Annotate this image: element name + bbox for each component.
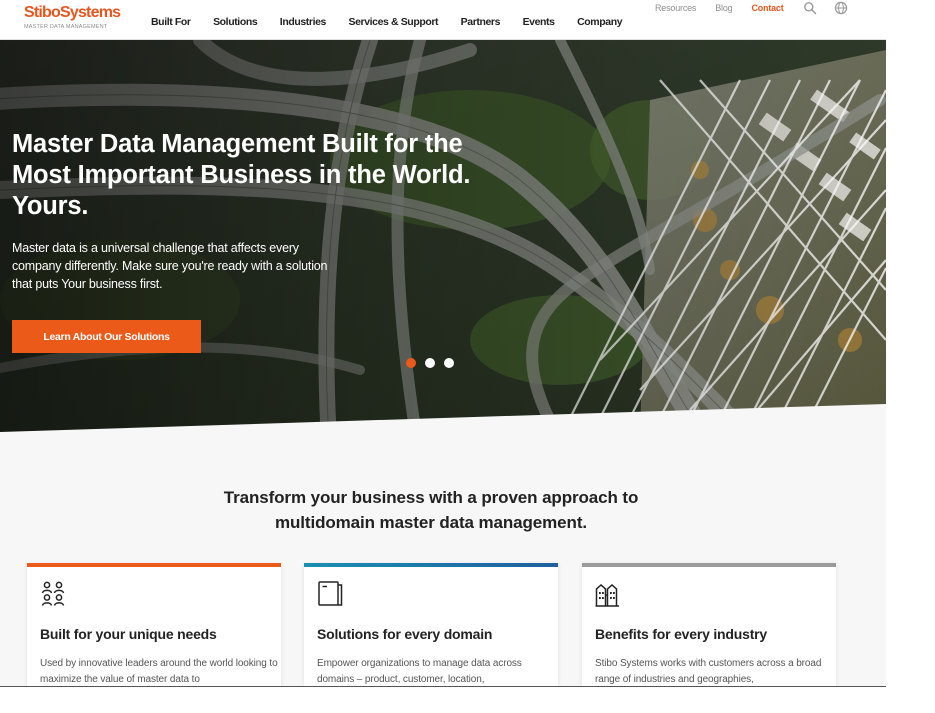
nav-resources[interactable]: Resources xyxy=(655,3,696,13)
buildings-icon xyxy=(595,583,619,607)
nav-partners[interactable]: Partners xyxy=(461,16,501,28)
carousel-indicators xyxy=(406,358,463,368)
carousel-dot-2[interactable] xyxy=(425,358,435,368)
section-heading: Transform your business with a proven ap… xyxy=(0,485,862,535)
browser-viewport: StiboSystems Master Data Management Buil… xyxy=(0,0,886,686)
feature-card-built-for[interactable]: Built for your unique needs Used by inno… xyxy=(27,563,281,686)
site-logo[interactable]: StiboSystems Master Data Management xyxy=(24,3,121,31)
card-title: Benefits for every industry xyxy=(595,626,767,642)
nav-contact[interactable]: Contact xyxy=(751,3,783,13)
nav-company[interactable]: Company xyxy=(577,16,622,28)
main-navigation: Built For Solutions Industries Services … xyxy=(151,16,645,28)
nav-solutions[interactable]: Solutions xyxy=(213,16,258,28)
section-heading-line-2: multidomain master data management. xyxy=(274,513,588,532)
card-description: Used by innovative leaders around the wo… xyxy=(40,658,278,685)
logo-tagline: Master Data Management xyxy=(24,24,108,30)
utility-navigation: Resources Blog Contact xyxy=(655,1,865,15)
card-description: Empower organizations to manage data acr… xyxy=(317,658,522,685)
section-heading-line-1: Transform your business with a proven ap… xyxy=(223,488,639,507)
feature-card-solutions[interactable]: Solutions for every domain Empower organ… xyxy=(304,563,558,686)
hero-description: Master data is a universal challenge tha… xyxy=(12,241,328,291)
site-header: StiboSystems Master Data Management Buil… xyxy=(0,0,886,40)
folder-icon xyxy=(318,581,343,606)
card-accent-bar xyxy=(304,563,558,567)
nav-built-for[interactable]: Built For xyxy=(151,16,191,28)
search-icon[interactable] xyxy=(803,1,817,15)
nav-services-support[interactable]: Services & Support xyxy=(348,16,438,28)
carousel-dot-3[interactable] xyxy=(444,358,454,368)
logo-wordmark: StiboSystems xyxy=(24,4,121,21)
card-title: Solutions for every domain xyxy=(317,626,493,642)
feature-card-benefits[interactable]: Benefits for every industry Stibo System… xyxy=(582,563,836,686)
learn-about-solutions-button[interactable]: Learn About Our Solutions xyxy=(12,320,201,353)
nav-industries[interactable]: Industries xyxy=(280,16,327,28)
viewport-bottom-edge xyxy=(0,686,886,687)
nav-blog[interactable]: Blog xyxy=(715,3,732,13)
card-title: Built for your unique needs xyxy=(40,626,217,642)
carousel-dot-1[interactable] xyxy=(406,358,416,368)
hero-banner: Master Data Management Built for the Mos… xyxy=(0,40,886,438)
nav-events[interactable]: Events xyxy=(523,16,555,28)
hero-title: Master Data Management Built for the Mos… xyxy=(12,130,471,220)
people-icon xyxy=(41,581,65,606)
card-accent-bar xyxy=(27,563,281,567)
card-description: Stibo Systems works with customers acros… xyxy=(595,658,822,685)
card-accent-bar xyxy=(582,563,836,567)
globe-icon[interactable] xyxy=(834,1,848,15)
